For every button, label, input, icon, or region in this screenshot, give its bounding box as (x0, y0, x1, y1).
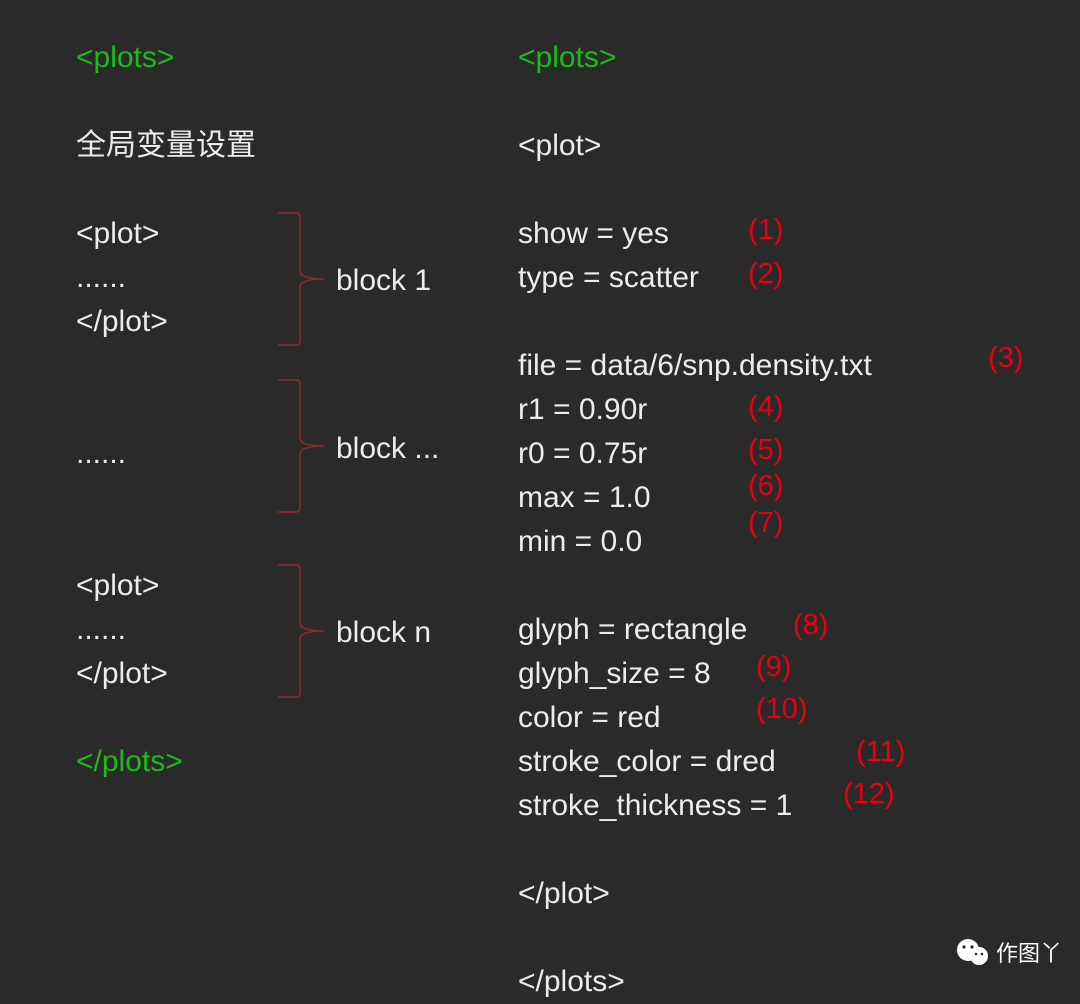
plot-open-r: <plot> (518, 124, 1078, 168)
cfg-show: show = yes (518, 212, 1078, 256)
ann-10: (10) (756, 693, 808, 726)
ann-11: (11) (856, 736, 905, 769)
ann-1: (1) (748, 214, 783, 247)
ann-5: (5) (748, 434, 783, 467)
block1-label: block 1 (336, 264, 431, 298)
ann-7: (7) (748, 507, 783, 540)
ann-3: (3) (988, 342, 1023, 375)
bracket-block-mid (276, 376, 328, 516)
cfg-min: min = 0.0 (518, 520, 1078, 564)
ann-4: (4) (748, 391, 783, 424)
ann-6: (6) (748, 470, 783, 503)
global-settings-label: 全局变量设置 (76, 124, 516, 168)
cfg-r1: r1 = 0.90r (518, 388, 1078, 432)
cfg-glyph-size: glyph_size = 8 (518, 652, 1078, 696)
plots-open-tag-r: <plots> (518, 36, 1078, 80)
watermark-text: 作图丫 (996, 936, 1062, 968)
right-column: <plots> <plot> show = yes type = scatter… (518, 36, 1078, 1004)
cfg-stroke-thickness: stroke_thickness = 1 (518, 784, 1078, 828)
plots-close-tag: </plots> (76, 740, 516, 784)
plot-close-r: </plot> (518, 872, 1078, 916)
bracket-block1 (276, 209, 328, 349)
cfg-r0: r0 = 0.75r (518, 432, 1078, 476)
plots-open-tag: <plots> (76, 36, 516, 80)
wechat-icon (956, 937, 990, 967)
left-column: <plots> 全局变量设置 <plot> ...... </plot> ...… (76, 36, 516, 784)
ann-9: (9) (756, 651, 791, 684)
cfg-max: max = 1.0 (518, 476, 1078, 520)
ann-8: (8) (793, 609, 828, 642)
ann-2: (2) (748, 258, 783, 291)
blockn-label: block n (336, 616, 431, 650)
cfg-type: type = scatter (518, 256, 1078, 300)
cfg-stroke-color: stroke_color = dred (518, 740, 1078, 784)
bracket-blockn (276, 561, 328, 701)
watermark: 作图丫 (956, 936, 1062, 968)
block-mid-label: block ... (336, 432, 439, 466)
ann-12: (12) (843, 778, 895, 811)
